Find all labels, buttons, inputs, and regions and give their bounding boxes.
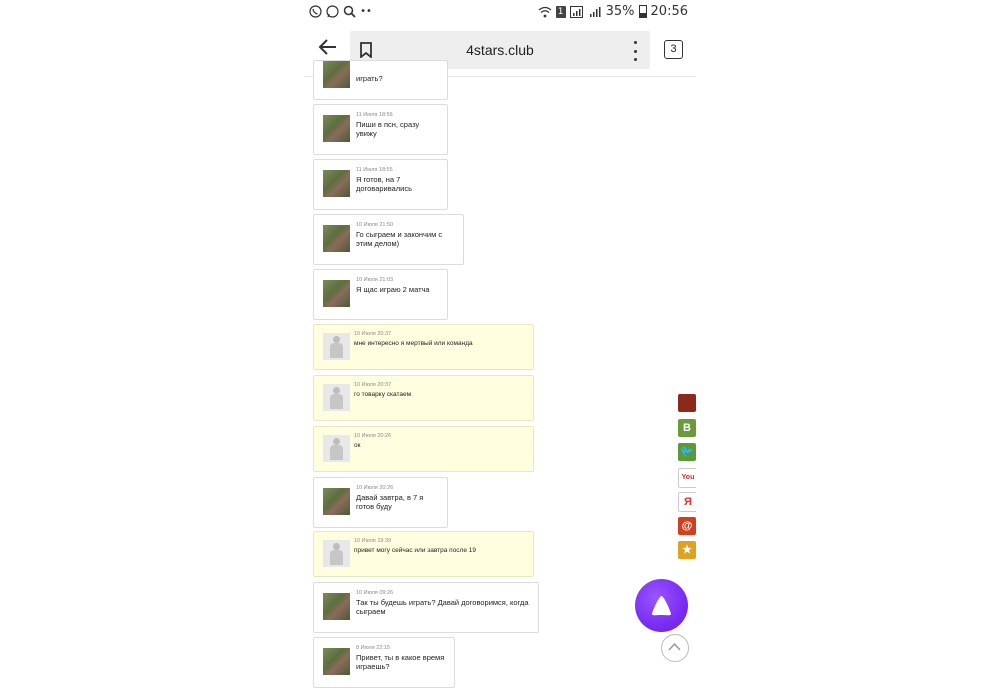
message-text: играть? xyxy=(356,74,383,83)
avatar[interactable] xyxy=(323,384,350,411)
message-text: привет могу сейчас или завтра после 19 xyxy=(354,547,476,554)
message-text: мне интересно я мертвый или команда xyxy=(354,340,473,347)
message-text: Я щас играю 2 матча xyxy=(356,285,430,294)
message-item: 10 Июля 19:39 привет могу сейчас или завт… xyxy=(313,531,534,577)
message-date: 10 Июля 20:26 xyxy=(354,433,392,439)
message-date: 11 Июля 18:56 xyxy=(356,112,393,118)
message-item: 10 Июля 20:37 мне интересно я мертвый или… xyxy=(313,324,534,370)
message-item: 10 Июля 21:50 Го сыграем и закончим с эти… xyxy=(313,214,464,265)
message-date: 8 Июля 22:15 xyxy=(356,645,391,651)
alice-icon xyxy=(652,596,671,616)
yandex-icon[interactable]: Я xyxy=(678,492,696,512)
avatar[interactable] xyxy=(323,61,350,88)
battery-percent: 35% xyxy=(605,4,635,19)
twitter-icon[interactable]: 🐦 xyxy=(678,443,696,461)
message-item: 10 Июля 20:26 ок xyxy=(313,426,534,472)
signal-icon xyxy=(570,5,584,19)
message-date: 10 Июля 20:26 xyxy=(356,485,394,491)
message-item: 11 Июля 18:56 Пиши в псн, сразу увижу xyxy=(313,104,448,155)
message-item: 10 Июля 20:26 Давай завтра, в 7 я готов б… xyxy=(313,477,448,528)
message-date: 10 Июля 21:03 xyxy=(356,277,394,283)
message-date: 10 Июля 09:26 xyxy=(356,590,394,596)
message-date: 10 Июля 19:39 xyxy=(354,538,392,544)
message-text: Так ты будешь играть? Давай договоримся,… xyxy=(356,598,529,616)
wifi-icon xyxy=(538,5,552,19)
phone-screen: •• 1 35% 20:56 4stars.club 3 играть? 11 … xyxy=(304,0,696,700)
message-text: Пиши в псн, сразу увижу xyxy=(356,120,420,138)
message-date: 10 Июля 21:50 xyxy=(356,222,394,228)
alice-assistant-button[interactable] xyxy=(635,579,688,632)
clock: 20:56 xyxy=(650,4,688,19)
cap-icon[interactable] xyxy=(678,394,696,412)
search-icon xyxy=(342,4,356,18)
avatar[interactable] xyxy=(323,435,350,462)
whatsapp-icon xyxy=(325,4,339,18)
status-bar: •• 1 35% 20:56 xyxy=(304,0,696,24)
sim-icon: 1 xyxy=(555,5,566,18)
message-date: 10 Июля 20:37 xyxy=(354,382,392,388)
url-text[interactable]: 4stars.club xyxy=(350,42,650,58)
message-item: играть? xyxy=(313,60,448,100)
avatar[interactable] xyxy=(323,115,350,142)
tabs-count-button[interactable]: 3 xyxy=(664,40,683,59)
avatar[interactable] xyxy=(323,333,350,360)
avatar[interactable] xyxy=(323,280,350,307)
avatar[interactable] xyxy=(323,593,350,620)
status-left-icons: •• xyxy=(308,4,373,18)
youtube-icon[interactable]: You xyxy=(678,467,696,488)
message-text: Давай завтра, в 7 я готов буду xyxy=(356,493,424,511)
message-item: 11 Июля 18:55 Я готов, на 7 договаривалис… xyxy=(313,159,448,210)
message-item: 10 Июля 21:03 Я щас играю 2 матча xyxy=(313,269,448,320)
battery-icon xyxy=(638,5,647,18)
status-right-icons: 1 35% 20:56 xyxy=(538,4,688,19)
signal2-icon xyxy=(588,5,602,19)
back-button[interactable] xyxy=(316,38,340,62)
vk-icon[interactable]: B xyxy=(678,418,696,437)
chevron-up-icon xyxy=(668,642,681,651)
message-text: Го сыграем и закончим с этим делом) xyxy=(356,230,443,248)
message-date: 11 Июля 18:55 xyxy=(356,167,393,173)
message-text: Привет, ты в какое время играешь? xyxy=(356,653,445,671)
scroll-to-top-button[interactable] xyxy=(661,634,689,662)
message-item: 8 Июля 22:15 Привет, ты в какое время игр… xyxy=(313,637,455,688)
message-text: ок xyxy=(354,442,361,449)
message-date: 10 Июля 20:37 xyxy=(354,331,392,337)
message-text: го товарку скатаем xyxy=(354,391,412,398)
avatar[interactable] xyxy=(323,648,350,675)
more-dots-icon: •• xyxy=(360,5,372,17)
avatar[interactable] xyxy=(323,488,350,515)
star-icon[interactable]: ★ xyxy=(678,541,696,559)
mail-icon[interactable]: @ xyxy=(678,516,696,535)
avatar[interactable] xyxy=(323,170,350,197)
viber-icon xyxy=(308,4,322,18)
avatar[interactable] xyxy=(323,225,350,252)
avatar[interactable] xyxy=(323,540,350,567)
message-item: 10 Июля 20:37 го товарку скатаем xyxy=(313,375,534,421)
message-item: 10 Июля 09:26 Так ты будешь играть? Давай… xyxy=(313,582,539,633)
message-text: Я готов, на 7 договаривались xyxy=(356,175,413,193)
overflow-menu-icon[interactable] xyxy=(630,40,640,62)
arrow-left-icon xyxy=(318,39,336,55)
